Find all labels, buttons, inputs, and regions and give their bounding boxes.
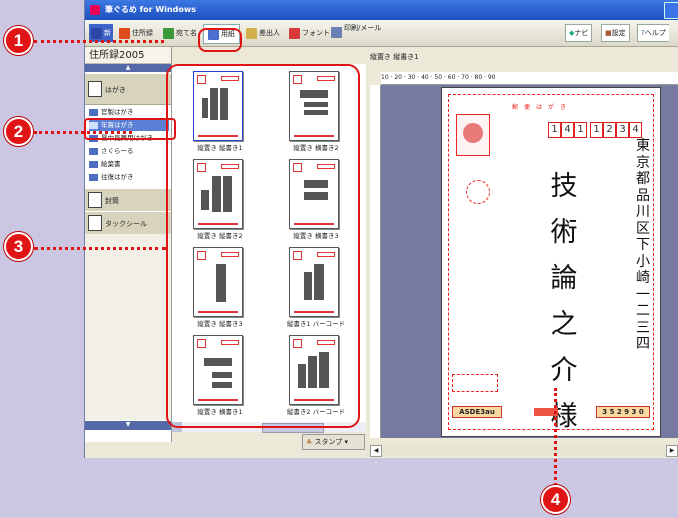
folder-icon [89,108,98,116]
callout-leader-1 [34,40,164,43]
next-page-icon[interactable]: ▶ [666,445,678,457]
folder-icon [89,147,98,155]
callout-2: 2 [4,117,33,146]
postcard-preview: 郵便はがき 1 4 1 1 2 3 4 東京都品川区下小崎一二三四 技術論之介様 [441,87,661,437]
folder-icon [89,173,98,181]
settings-icon: ■ [605,29,612,37]
category-hagaki[interactable]: はがき [85,73,171,105]
list-item[interactable]: さくらーる [89,145,169,157]
print-mail-icon [331,27,342,38]
app-icon [90,5,100,15]
zip-box: 1 [574,122,587,138]
callout-leader-4 [554,388,557,492]
envelope-icon [88,192,102,208]
toolbar-font-button[interactable]: フォント [289,24,330,42]
font-icon [289,27,300,39]
callout-3: 3 [4,232,33,261]
zip-box: 1 [590,122,603,138]
postcard-guide-text: 郵便はがき [512,104,573,111]
folder-icon [89,160,98,168]
pane-empty-area [85,234,171,420]
preview-canvas: 郵便はがき 1 4 1 1 2 3 4 東京都品川区下小崎一二三四 技術論之介様 [381,85,678,438]
highlight-new-year-item [84,118,176,140]
scroll-up-button[interactable]: ▲ [85,64,171,72]
address-book-icon [119,27,130,39]
postcard-icon [88,81,102,97]
zip-box: 3 [616,122,629,138]
footer-tag: ASDE3au [452,406,502,418]
first-page-icon[interactable]: ◀ [370,445,382,457]
zip-box: 1 [548,122,561,138]
recipient-address: 東京都品川区下小崎一二三四 [636,138,650,352]
vertical-ruler [370,85,381,438]
category-tack-seal[interactable]: タックシール [85,211,171,235]
window-control[interactable] [664,2,678,19]
title-bar: 筆ぐるめ for Windows [85,0,678,20]
scroll-down-button[interactable]: ▼ [85,421,171,430]
toolbar-navi-button[interactable]: ◆ナビ [565,24,593,42]
list-item[interactable]: 往復はがき [89,171,169,183]
toolbar-sender-button[interactable]: 差出人 [246,24,280,42]
toolbar-help-button[interactable]: ?ヘルプ [637,24,669,42]
toolbar-settings-button[interactable]: ■設定 [601,24,630,42]
toolbar-address-button[interactable]: 宛て名 [163,24,197,42]
callout-4: 4 [541,485,570,514]
horizontal-ruler: 10 · 20 · 30 · 40 · 50 · 60 · 70 · 80 · … [381,72,678,85]
new-year-stamp-mark [466,180,490,204]
list-item[interactable]: 絵葉書 [89,158,169,170]
address-icon [163,27,174,39]
toolbar: 新 住所録 宛て名 用紙 差出人 フォント 印刷/メール ◆ナビ ■設定 ?ヘル… [85,20,678,47]
preview-pane: 縦置き 縦書き1 10 · 20 · 30 · 40 · 50 · 60 · 7… [366,48,678,458]
callout-1: 1 [4,26,33,55]
highlight-paper-button [198,28,242,52]
zip-box: 2 [603,122,616,138]
sender-icon [246,27,257,39]
stamp-button[interactable]: ♣ スタンプ ▾ [302,434,365,450]
sender-address-guide [452,374,498,392]
zip-box: 4 [629,122,642,138]
new-icon [91,27,102,39]
sender-zip: 3 5 2 9 3 0 [596,406,650,418]
preview-tab[interactable]: 縦置き 縦書き1 [370,52,419,62]
list-item[interactable]: 官製はがき [89,106,169,118]
callout-leader-3 [34,247,166,250]
window-title: 筆ぐるめ for Windows [105,5,196,14]
toolbar-print-mail-button[interactable]: 印刷/メール [331,24,381,42]
seal-icon [88,215,102,231]
address-book-pane: 住所録2005 ▲ はがき 官製はがき 年賀はがき 暑中見舞用はがき さくらーる… [85,47,172,442]
stamp-illustration [456,114,490,156]
category-envelope[interactable]: 封筒 [85,188,171,212]
preview-scrollbar[interactable]: ◀ ▶ [366,444,678,457]
highlight-layout-grid [166,64,360,428]
stamp-icon: ♣ [306,438,313,446]
address-book-title: 住所録2005 [85,47,171,64]
zip-box: 4 [561,122,574,138]
